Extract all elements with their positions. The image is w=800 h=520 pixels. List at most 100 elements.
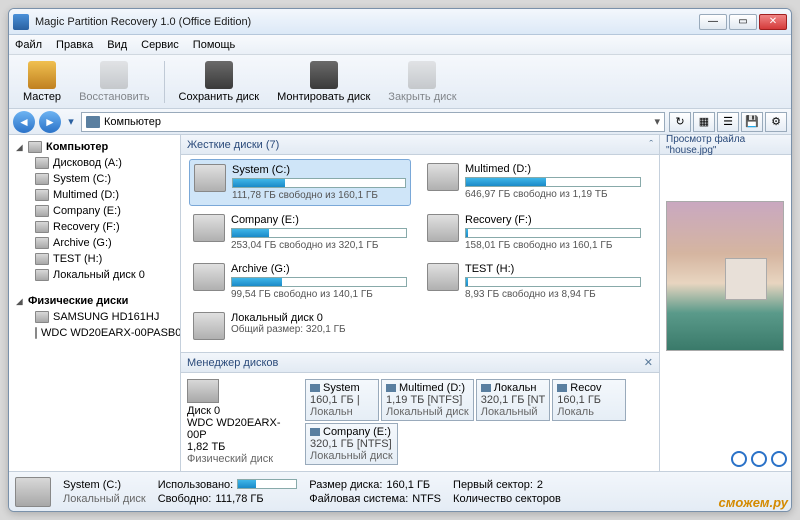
forward-button[interactable]: ► [39, 111, 61, 133]
back-button[interactable]: ◄ [13, 111, 35, 133]
menu-file[interactable]: Файл [15, 39, 42, 51]
drive-icon [427, 263, 459, 291]
usage-bar [231, 277, 407, 287]
minimize-button[interactable]: — [699, 14, 727, 30]
used-bar [237, 479, 297, 489]
partition-block[interactable]: System160,1 ГБ |Локальн [305, 379, 379, 421]
close-panel-icon[interactable]: ✕ [644, 356, 653, 369]
disk-icon [187, 379, 219, 403]
window-title: Magic Partition Recovery 1.0 (Office Edi… [35, 16, 699, 28]
refresh-button[interactable]: ↻ [669, 112, 691, 132]
hard-drives-header: Жесткие диски (7) ˆ [181, 135, 659, 155]
tree-drive-item[interactable]: TEST (H:) [11, 251, 178, 267]
drive-icon [35, 237, 49, 249]
menu-help[interactable]: Помощь [193, 39, 236, 51]
usage-bar [231, 228, 407, 238]
address-dropdown-icon[interactable]: ▾ [654, 115, 660, 128]
drives-pane: System (C:)111,78 ГБ свободно из 160,1 Г… [181, 155, 659, 352]
rotate-left-icon[interactable] [731, 451, 747, 467]
app-window: Magic Partition Recovery 1.0 (Office Edi… [8, 8, 792, 512]
drive-icon [35, 205, 49, 217]
wizard-button[interactable]: Мастер [15, 59, 69, 105]
disk-manager: Менеджер дисков ✕ Диск 0 WDC WD20EARX-00… [181, 352, 659, 471]
partition-icon [310, 428, 320, 436]
sidebar: ◢ Компьютер Дисковод (A:)System (C:)Mult… [9, 135, 181, 471]
close-disk-icon [408, 61, 436, 89]
menu-edit[interactable]: Правка [56, 39, 93, 51]
address-text: Компьютер [104, 116, 161, 128]
partition-icon [557, 384, 567, 392]
partition-icon [310, 384, 320, 392]
tree-drive-item[interactable]: Archive (G:) [11, 235, 178, 251]
app-icon [13, 14, 29, 30]
save-disk-button[interactable]: Сохранить диск [171, 59, 268, 105]
tree-drive-item[interactable]: Company (E:) [11, 203, 178, 219]
tree-physical-item[interactable]: SAMSUNG HD161HJ [11, 309, 178, 325]
computer-icon [86, 116, 100, 128]
partition-block[interactable]: Локальн320,1 ГБ [NTЛокальный [476, 379, 551, 421]
computer-icon [28, 141, 42, 153]
disk-info[interactable]: Диск 0 WDC WD20EARX-00P 1,82 ТБ Физическ… [187, 379, 297, 465]
rotate-right-icon[interactable] [751, 451, 767, 467]
preview-pane: Просмотр файла "house.jpg" [659, 135, 791, 471]
collapse-icon[interactable]: ◢ [15, 297, 24, 306]
tree-drive-item[interactable]: Дисковод (A:) [11, 155, 178, 171]
tree-physical-item[interactable]: WDC WD20EARX-00PASB0 [11, 325, 178, 341]
drive-icon [193, 214, 225, 242]
tree-drive-item[interactable]: System (C:) [11, 171, 178, 187]
usage-bar [465, 177, 641, 187]
tree-computer[interactable]: ◢ Компьютер [11, 139, 178, 155]
drive-icon [194, 164, 226, 192]
drive-icon [35, 221, 49, 233]
options-button[interactable]: ⚙ [765, 112, 787, 132]
preview-image [666, 201, 784, 351]
tree-drive-item[interactable]: Multimed (D:) [11, 187, 178, 203]
disk-manager-header: Менеджер дисков ✕ [181, 353, 659, 373]
partition-block[interactable]: Company (E:)320,1 ГБ [NTFS]Локальный дис… [305, 423, 398, 465]
collapse-icon[interactable]: ˆ [649, 139, 653, 151]
status-drive-name: System (C:) [63, 479, 146, 491]
drive-item[interactable]: TEST (H:)8,93 ГБ свободно из 8,94 ГБ [423, 259, 645, 304]
mount-disk-button[interactable]: Монтировать диск [269, 59, 378, 105]
tree-physical[interactable]: ◢ Физические диски [11, 293, 178, 309]
drive-icon [427, 163, 459, 191]
disk-icon [35, 311, 49, 323]
status-drive-icon [15, 477, 51, 507]
save-view-button[interactable]: 💾 [741, 112, 763, 132]
menu-service[interactable]: Сервис [141, 39, 179, 51]
usage-bar [232, 178, 406, 188]
drive-icon [35, 253, 49, 265]
drive-icon [35, 269, 49, 281]
view-tiles-button[interactable]: ▦ [693, 112, 715, 132]
drive-icon [193, 312, 225, 340]
drive-item[interactable]: Локальный диск 0Общий размер: 320,1 ГБ [189, 308, 411, 344]
refresh-icon[interactable] [771, 451, 787, 467]
drive-icon [35, 157, 49, 169]
partition-block[interactable]: Multimed (D:)1,19 ТБ [NTFS]Локальный дис… [381, 379, 474, 421]
disk-icon [35, 327, 37, 339]
drive-item[interactable]: Company (E:)253,04 ГБ свободно из 320,1 … [189, 210, 411, 255]
maximize-button[interactable]: ▭ [729, 14, 757, 30]
tree-drive-item[interactable]: Recovery (F:) [11, 219, 178, 235]
titlebar[interactable]: Magic Partition Recovery 1.0 (Office Edi… [9, 9, 791, 35]
toolbar: Мастер Восстановить Сохранить диск Монти… [9, 55, 791, 109]
drive-icon [35, 173, 49, 185]
menu-view[interactable]: Вид [107, 39, 127, 51]
collapse-icon[interactable]: ◢ [15, 143, 24, 152]
main-body: ◢ Компьютер Дисковод (A:)System (C:)Mult… [9, 135, 791, 471]
drive-item[interactable]: System (C:)111,78 ГБ свободно из 160,1 Г… [189, 159, 411, 206]
view-list-button[interactable]: ☰ [717, 112, 739, 132]
close-button[interactable]: ✕ [759, 14, 787, 30]
drive-item[interactable]: Multimed (D:)646,97 ГБ свободно из 1,19 … [423, 159, 645, 206]
restore-icon [100, 61, 128, 89]
drive-item[interactable]: Archive (G:)99,54 ГБ свободно из 140,1 Г… [189, 259, 411, 304]
address-bar[interactable]: Компьютер ▾ [81, 112, 665, 132]
statusbar: System (C:) Локальный диск Использовано:… [9, 471, 791, 511]
partition-block[interactable]: Recov160,1 ГБЛокаль [552, 379, 626, 421]
tree-drive-item[interactable]: Локальный диск 0 [11, 267, 178, 283]
history-dropdown[interactable]: ▾ [65, 111, 77, 133]
wizard-icon [28, 61, 56, 89]
menubar: Файл Правка Вид Сервис Помощь [9, 35, 791, 55]
close-disk-button: Закрыть диск [380, 59, 464, 105]
drive-item[interactable]: Recovery (F:)158,01 ГБ свободно из 160,1… [423, 210, 645, 255]
